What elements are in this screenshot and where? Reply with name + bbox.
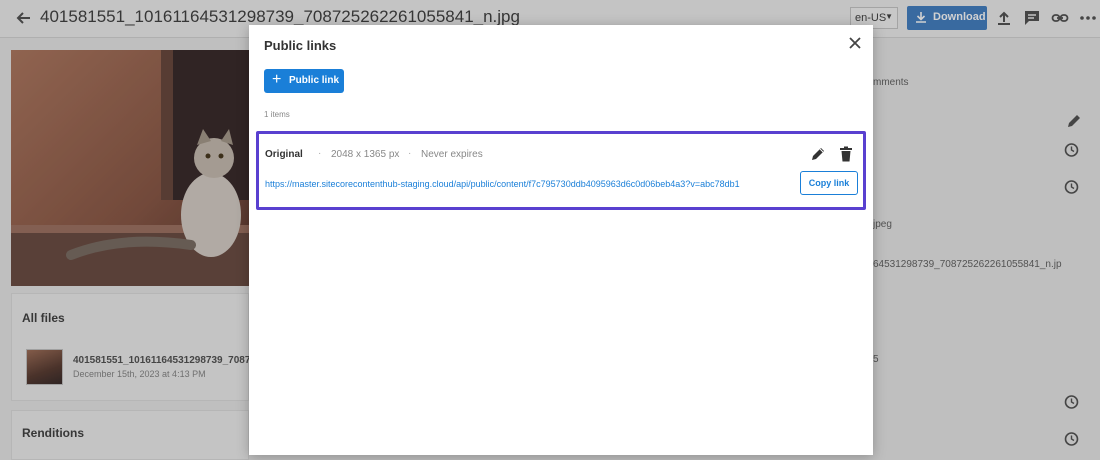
link-expiry: Never expires [421, 149, 483, 160]
separator-dot: · [408, 148, 412, 159]
items-count: 1 items [264, 110, 290, 119]
public-links-dialog: Public links + Public link 1 items Origi… [249, 25, 873, 455]
copy-link-button[interactable]: Copy link [800, 171, 858, 195]
close-icon[interactable] [848, 36, 862, 50]
public-link-url[interactable]: https://master.sitecorecontenthub-stagin… [265, 179, 740, 189]
dialog-title: Public links [264, 38, 337, 53]
plus-icon: + [272, 71, 282, 88]
separator-dot: · [318, 148, 322, 159]
public-link-item: Original · 2048 x 1365 px · Never expire… [256, 131, 866, 210]
delete-icon[interactable] [839, 146, 853, 162]
add-public-link-label: Public link [289, 75, 340, 86]
edit-icon[interactable] [810, 146, 826, 162]
link-dimensions: 2048 x 1365 px [331, 149, 400, 160]
add-public-link-button[interactable]: + Public link [264, 69, 344, 93]
link-rendition-name: Original [265, 149, 303, 160]
